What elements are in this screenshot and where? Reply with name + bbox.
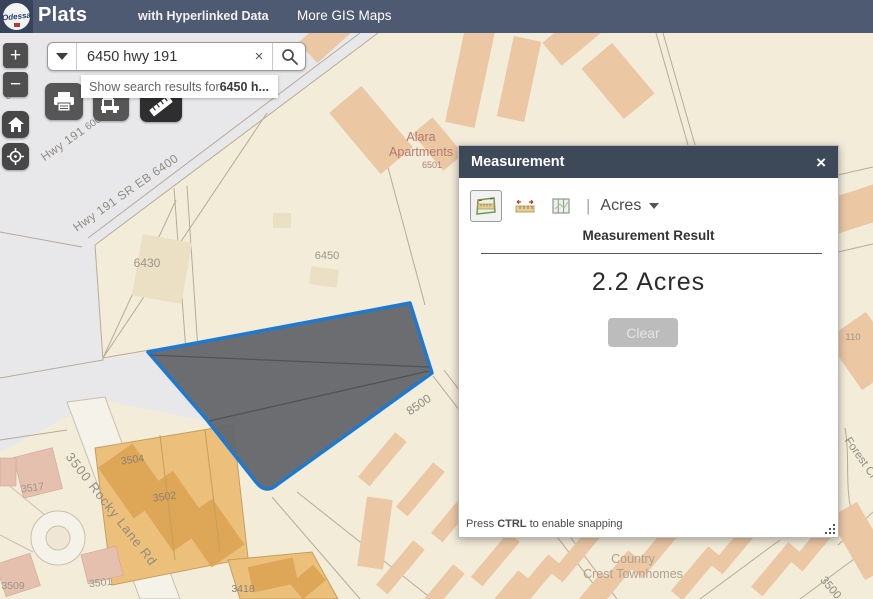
area-measure-icon [475, 195, 497, 217]
clear-button[interactable]: Clear [608, 318, 678, 347]
print-button[interactable] [45, 83, 83, 120]
search-suggestion[interactable]: Show search results for 6450 h... [81, 75, 278, 98]
search-source-dropdown[interactable] [48, 43, 77, 70]
chevron-down-icon [56, 53, 68, 60]
odessa-logo-badge: Odessa [3, 3, 30, 30]
top-bar: Odessa Plats with Hyperlinked Data More … [0, 0, 873, 33]
zoom-in-button[interactable]: + [3, 43, 28, 68]
measurement-panel: Measurement × [458, 145, 839, 538]
chevron-down-icon [649, 203, 659, 209]
search-clear-button[interactable]: × [246, 43, 272, 70]
measurement-result-value: 2.2 Acres [459, 268, 838, 297]
measurement-panel-close-button[interactable]: × [816, 154, 826, 171]
place-label: Alara [406, 130, 435, 144]
locate-crosshair-icon [7, 148, 24, 165]
panel-resize-handle[interactable] [824, 523, 835, 534]
page-title: Plats [38, 4, 87, 27]
snapping-hint-suffix: to enable snapping [527, 518, 623, 530]
measure-location-button[interactable] [548, 193, 574, 219]
print-icon [53, 92, 75, 112]
texas-flag-icon [14, 23, 20, 27]
place-label: 6501 [422, 160, 442, 170]
zoom-out-button[interactable]: − [3, 72, 28, 97]
suggestion-term: 6450 h... [220, 80, 269, 94]
place-label: Country [611, 552, 656, 566]
place-label: Crest Townhomes [583, 567, 683, 581]
home-icon [8, 117, 24, 132]
app-window: Hwy 191 6000 6000 Hwy 191 SR EB 6400 643… [0, 0, 873, 599]
odessa-logo[interactable]: Odessa [0, 0, 33, 33]
parcel-label: 3501 [88, 576, 113, 590]
parcel-label: 6450 [315, 250, 339, 262]
snapping-hint-prefix: Press [466, 518, 497, 530]
measurement-panel-title: Measurement [471, 154, 564, 170]
measurement-panel-header[interactable]: Measurement × [459, 146, 838, 178]
parcel-label: 3418 [231, 583, 255, 595]
measure-area-button[interactable] [470, 190, 502, 222]
parcel-label: 110 [845, 332, 860, 343]
result-separator [481, 253, 822, 254]
snapping-hint-key: CTRL [497, 518, 526, 530]
measure-ruler-icon [148, 95, 174, 117]
measure-distance-button[interactable] [512, 193, 538, 219]
app-subtitle: with Hyperlinked Data [138, 9, 269, 23]
distance-measure-icon [515, 196, 535, 216]
search-bar: × [47, 42, 306, 71]
snapping-hint: Press CTRL to enable snapping [466, 518, 623, 530]
measurement-toolbar: | Acres [470, 189, 659, 223]
suggestion-prefix: Show search results for [89, 80, 220, 94]
parcel-label: 3509 [1, 580, 25, 592]
locate-button[interactable] [2, 143, 29, 170]
search-input[interactable] [77, 43, 246, 70]
toolbar-divider: | [586, 196, 590, 216]
search-submit-button[interactable] [272, 43, 305, 70]
place-label: Apartments [389, 145, 453, 159]
more-gis-maps-link[interactable]: More GIS Maps [297, 8, 392, 23]
location-measure-icon [551, 196, 571, 216]
parcel-label: 6430 [134, 256, 161, 270]
unit-dropdown[interactable]: Acres [600, 197, 659, 215]
measurement-result-heading: Measurement Result [459, 228, 838, 243]
unit-dropdown-label: Acres [600, 197, 641, 215]
search-icon [281, 48, 298, 65]
home-button[interactable] [2, 111, 29, 138]
draw-icon [100, 97, 122, 115]
